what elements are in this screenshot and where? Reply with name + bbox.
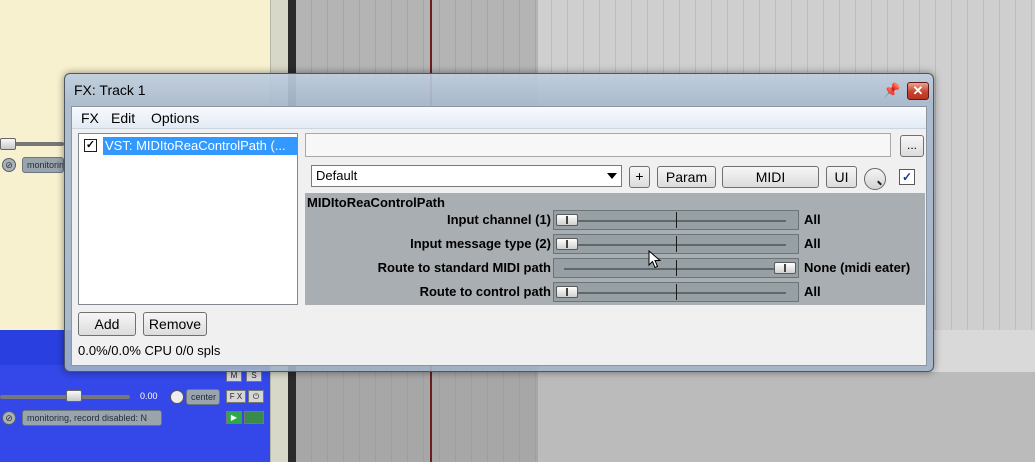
param-slider[interactable] bbox=[553, 234, 799, 254]
fx-button[interactable]: F X bbox=[226, 390, 246, 403]
menu-edit[interactable]: Edit bbox=[111, 110, 135, 126]
param-row: Route to standard MIDI path None (midi e… bbox=[305, 257, 925, 279]
chevron-down-icon bbox=[607, 173, 617, 179]
volume-fader-track[interactable] bbox=[0, 395, 130, 399]
slider-center-mark bbox=[676, 284, 677, 300]
param-button[interactable]: Param bbox=[657, 166, 716, 188]
slider-center-mark bbox=[676, 236, 677, 252]
input-button[interactable] bbox=[244, 411, 264, 424]
mouse-cursor-icon bbox=[648, 250, 662, 269]
phase-invert-icon[interactable]: ⊘ bbox=[2, 411, 16, 425]
menu-bar: FX Edit Options bbox=[72, 107, 926, 129]
param-slider[interactable] bbox=[553, 258, 799, 278]
wet-knob[interactable] bbox=[864, 168, 886, 190]
volume-value: 0.00 bbox=[140, 391, 158, 401]
remove-button[interactable]: Remove bbox=[143, 312, 207, 336]
add-button[interactable]: Add bbox=[78, 312, 136, 336]
plugin-name-field[interactable] bbox=[305, 133, 891, 157]
pin-icon[interactable]: 📌 bbox=[883, 82, 900, 98]
slider-track bbox=[564, 292, 786, 294]
param-label: Input message type (2) bbox=[410, 236, 551, 251]
parameter-panel: MIDItoReaControlPath Input channel (1) A… bbox=[305, 193, 925, 305]
preset-dropdown[interactable]: Default bbox=[311, 165, 622, 187]
pan-knob[interactable] bbox=[170, 390, 184, 404]
slider-center-mark bbox=[676, 260, 677, 276]
slider-track bbox=[564, 244, 786, 246]
param-slider[interactable] bbox=[553, 282, 799, 302]
slider-center-mark bbox=[676, 212, 677, 228]
fx-chain-list[interactable]: ✓ VST: MIDItoReaControlPath (... bbox=[78, 133, 298, 305]
menu-options[interactable]: Options bbox=[151, 110, 199, 126]
arrange-track-lane bbox=[296, 372, 1035, 462]
param-label: Route to control path bbox=[419, 284, 551, 299]
monitoring-button[interactable]: monitoring bbox=[22, 157, 64, 173]
param-value: All bbox=[804, 284, 821, 299]
pan-value: center bbox=[186, 389, 220, 405]
param-value: All bbox=[804, 236, 821, 251]
volume-fader-thumb[interactable] bbox=[0, 138, 16, 150]
list-item[interactable]: ✓ VST: MIDItoReaControlPath (... bbox=[84, 137, 297, 155]
add-preset-button[interactable]: + bbox=[629, 166, 650, 188]
slider-track bbox=[564, 268, 786, 270]
param-label: Route to standard MIDI path bbox=[377, 260, 551, 275]
window-title: FX: Track 1 bbox=[74, 82, 146, 98]
fx-window: FX: Track 1 📌 ✕ FX Edit Options ✓ VST: M… bbox=[64, 73, 934, 372]
param-value: None (midi eater) bbox=[804, 260, 911, 275]
plugin-title: MIDItoReaControlPath bbox=[307, 195, 445, 210]
param-label: Input channel (1) bbox=[447, 212, 551, 227]
param-slider[interactable] bbox=[553, 210, 799, 230]
phase-invert-icon[interactable]: ⊘ bbox=[2, 158, 16, 172]
param-row: Route to control path All bbox=[305, 281, 925, 303]
slider-thumb[interactable] bbox=[556, 214, 578, 226]
param-row: Input channel (1) All bbox=[305, 209, 925, 231]
midi-button[interactable]: MIDI bbox=[722, 166, 819, 188]
more-options-button[interactable]: ... bbox=[900, 135, 924, 157]
bypass-checkbox[interactable]: ✓ bbox=[899, 169, 915, 185]
volume-fader-thumb[interactable] bbox=[66, 390, 82, 402]
menu-fx[interactable]: FX bbox=[81, 110, 99, 126]
param-value: All bbox=[804, 212, 821, 227]
cpu-status: 0.0%/0.0% CPU 0/0 spls bbox=[78, 343, 221, 358]
power-icon[interactable]: ⏻ bbox=[248, 390, 264, 403]
ui-button[interactable]: UI bbox=[826, 166, 857, 188]
record-icon[interactable]: ▶ bbox=[226, 411, 242, 424]
slider-thumb[interactable] bbox=[774, 262, 796, 274]
preset-value: Default bbox=[316, 168, 358, 183]
slider-thumb[interactable] bbox=[556, 286, 578, 298]
param-row: Input message type (2) All bbox=[305, 233, 925, 255]
slider-thumb[interactable] bbox=[556, 238, 578, 250]
fx-enable-checkbox[interactable]: ✓ bbox=[84, 139, 97, 152]
monitoring-button[interactable]: monitoring, record disabled: N bbox=[22, 410, 162, 426]
close-icon[interactable]: ✕ bbox=[907, 82, 929, 100]
slider-track bbox=[564, 220, 786, 222]
fx-window-body: FX Edit Options ✓ VST: MIDItoReaControlP… bbox=[71, 106, 927, 366]
fx-name-label[interactable]: VST: MIDItoReaControlPath (... bbox=[103, 137, 297, 155]
